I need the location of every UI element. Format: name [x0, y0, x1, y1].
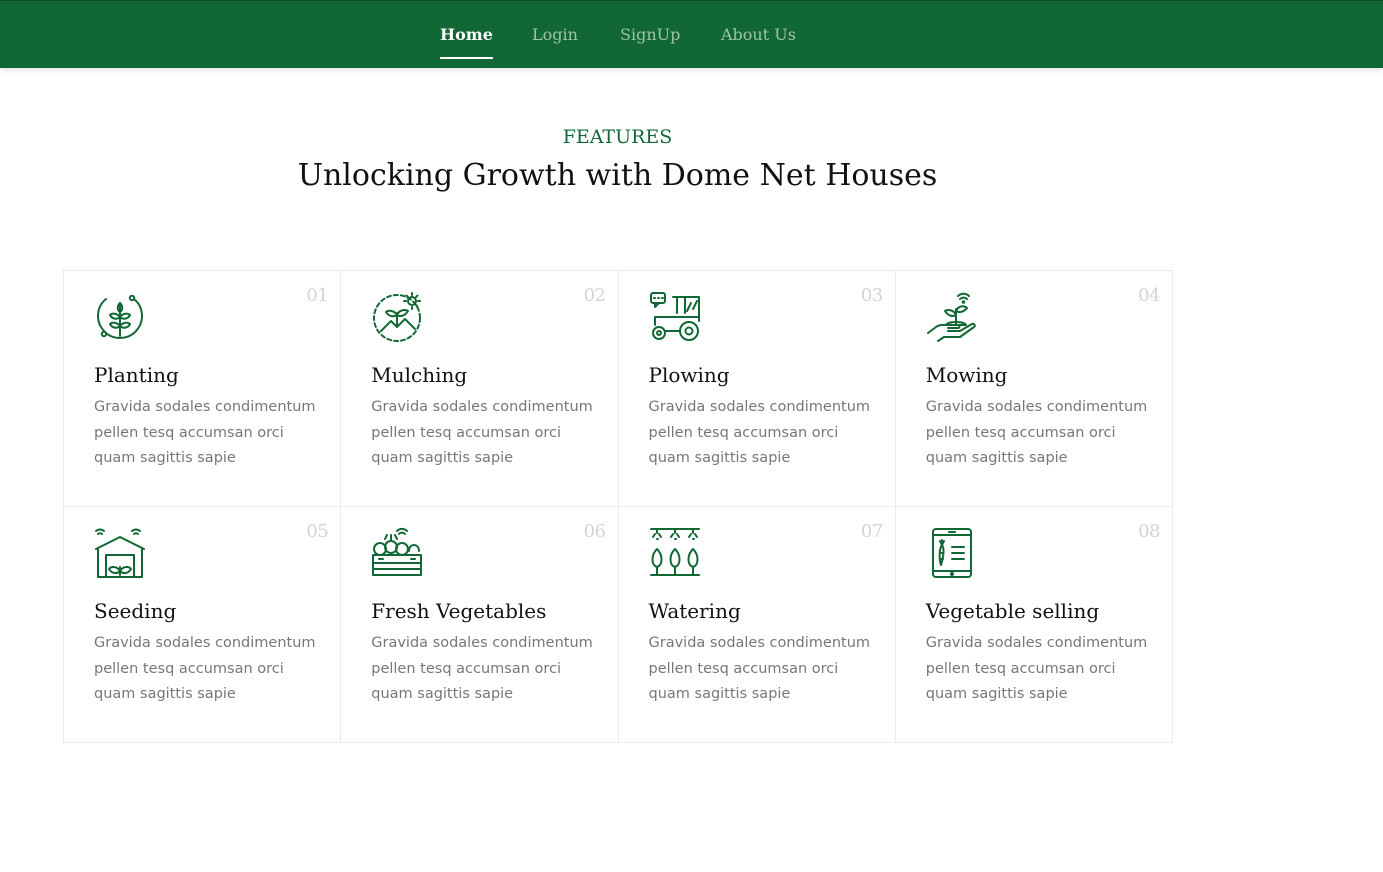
feature-title: Mulching — [371, 363, 468, 387]
feature-description: Gravida sodales condimentum pellen tesq … — [648, 635, 871, 702]
greenhouse-icon — [95, 528, 145, 578]
feature-card: 05 Seeding Gravida sodales condimentum p… — [64, 507, 342, 743]
seedling-sun-icon — [373, 292, 422, 342]
feature-number: 02 — [583, 285, 606, 306]
feature-card: 04 Mowing Gravida sodales condimentum pe… — [895, 271, 1173, 507]
tablet-carrot-icon — [931, 528, 972, 578]
feature-number: 08 — [1138, 521, 1160, 542]
feature-title: Plowing — [648, 363, 730, 387]
nav-link-signup[interactable]: SignUp — [620, 25, 680, 59]
feature-card: 02 Mulching Gravida sodales condimentum … — [341, 271, 619, 507]
nav-link-home[interactable]: Home — [440, 25, 493, 59]
sprinkler-trees-icon — [649, 528, 700, 576]
feature-title: Vegetable selling — [925, 599, 1100, 623]
feature-description: Gravida sodales condimentum pellen tesq … — [94, 635, 316, 702]
tractor-icon — [649, 292, 700, 341]
feature-description: Gravida sodales condimentum pellen tesq … — [925, 635, 1148, 702]
feature-title: Planting — [94, 363, 179, 387]
feature-card: 08 Vegetable selling Gravida sodales con… — [895, 507, 1173, 743]
feature-card: 06 Fresh Vegetables Gravida sodales cond… — [341, 507, 619, 743]
feature-description: Gravida sodales condimentum pellen tesq … — [94, 399, 316, 466]
features-grid: 01 Planting Gravida sodales condimentum … — [63, 270, 1173, 743]
hand-sprout-icon — [926, 292, 976, 342]
feature-description: Gravida sodales condimentum pellen tesq … — [648, 399, 871, 466]
feature-title: Mowing — [925, 363, 1008, 387]
feature-title: Fresh Vegetables — [371, 599, 547, 623]
feature-number: 05 — [306, 521, 329, 542]
plant-circle-icon — [97, 294, 143, 339]
feature-card: 07 Watering Gravida sodales condimentum … — [618, 507, 896, 743]
feature-number: 06 — [583, 521, 606, 542]
feature-description: Gravida sodales condimentum pellen tesq … — [371, 635, 593, 702]
feature-number: 03 — [860, 285, 883, 306]
feature-number: 01 — [306, 285, 329, 306]
nav-link-login[interactable]: Login — [532, 25, 578, 59]
feature-number: 07 — [860, 521, 883, 542]
nav-link-about-us[interactable]: About Us — [721, 25, 796, 59]
top-navbar: Home Login SignUp About Us — [0, 0, 1383, 68]
section-eyebrow: FEATURES — [562, 126, 673, 148]
feature-title: Seeding — [94, 599, 177, 623]
feature-description: Gravida sodales condimentum pellen tesq … — [925, 399, 1148, 466]
vegetable-crate-icon — [372, 527, 423, 576]
section-headline: Unlocking Growth with Dome Net Houses — [297, 158, 938, 193]
feature-number: 04 — [1138, 285, 1160, 306]
feature-card: 01 Planting Gravida sodales condimentum … — [64, 271, 342, 507]
feature-card: 03 Plowing Gravida sodales condimentum p… — [618, 271, 896, 507]
feature-title: Watering — [648, 599, 741, 623]
feature-description: Gravida sodales condimentum pellen tesq … — [371, 399, 593, 466]
